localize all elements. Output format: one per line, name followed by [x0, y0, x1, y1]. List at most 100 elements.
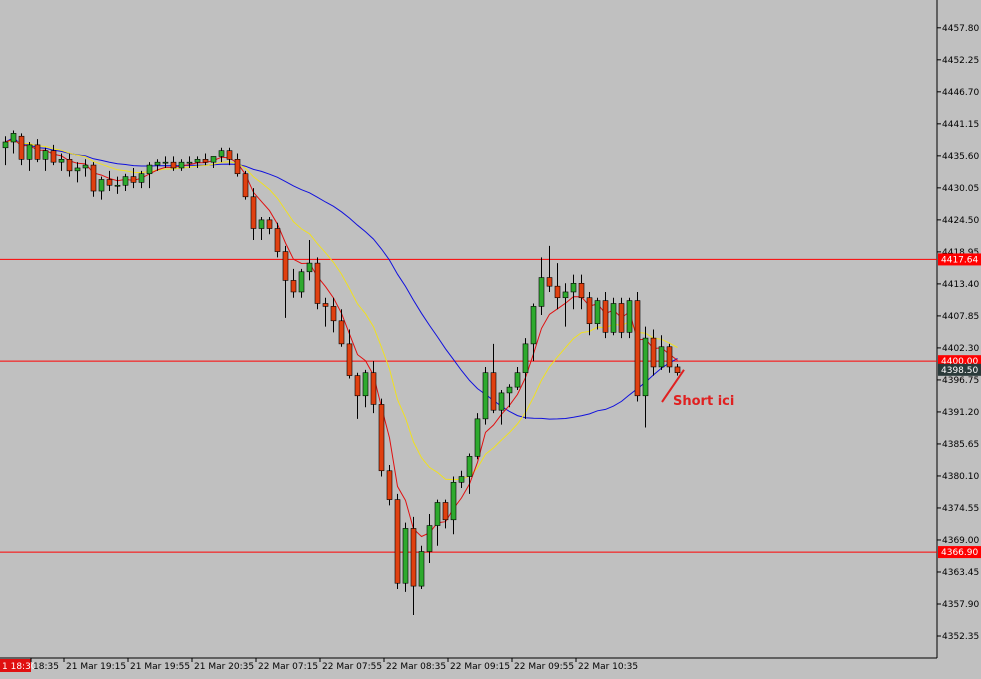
price-tick-label: 4385.65: [942, 440, 979, 450]
candle-body: [154, 161, 161, 166]
price-tick-label: 4413.40: [942, 280, 979, 290]
candle-body: [114, 184, 121, 187]
candle-body: [50, 150, 57, 163]
candle-body: [274, 228, 281, 252]
candle-body: [66, 159, 73, 172]
candle-body: [618, 303, 625, 333]
price-tick-label: 4391.20: [942, 408, 979, 418]
candle-body: [82, 164, 89, 169]
candle-body: [594, 300, 601, 324]
time-tick-label: 22 Mar 07:15: [258, 662, 318, 672]
candle-body: [178, 161, 185, 169]
candle-body: [58, 159, 65, 163]
level-price-label: 4366.90: [941, 548, 978, 558]
candle-body: [306, 262, 313, 273]
candle-body: [562, 291, 569, 299]
candle-body: [442, 502, 449, 521]
candle-body: [642, 337, 649, 397]
candle-body: [186, 161, 193, 164]
candle-body: [2, 141, 9, 149]
candle-body: [578, 283, 585, 299]
candle-body: [490, 372, 497, 411]
time-tick-label: 22 Mar 09:55: [514, 662, 574, 672]
time-tick-label: 1 18:30: [2, 662, 37, 672]
candle-body: [234, 159, 241, 175]
candle-body: [170, 161, 177, 169]
price-tick-label: 4369.00: [942, 536, 979, 546]
candle-body: [202, 159, 209, 163]
price-tick-label: 4457.80: [942, 24, 979, 34]
price-tick-label: 4435.60: [942, 152, 979, 162]
ma-slow-line: [5, 137, 678, 420]
candle-body: [394, 499, 401, 584]
candle-body: [298, 271, 305, 293]
price-tick-label: 4380.10: [942, 472, 979, 482]
candle-body: [330, 306, 337, 322]
candle-body: [362, 372, 369, 397]
candle-body: [378, 404, 385, 472]
candle-body: [210, 156, 217, 163]
candle-body: [434, 502, 441, 526]
price-tick-label: 4424.50: [942, 216, 979, 226]
candle-body: [482, 372, 489, 420]
candle-body: [282, 251, 289, 281]
candle-body: [538, 277, 545, 307]
time-tick-label: 21 Mar 19:15: [66, 662, 126, 672]
candle-body: [450, 481, 457, 521]
candle-body: [634, 300, 641, 397]
candle-body: [266, 219, 273, 229]
candle-body: [122, 176, 129, 186]
time-tick-label: 21 Mar 19:55: [130, 662, 190, 672]
annotation-text: Short ici: [673, 394, 734, 409]
candle-body: [98, 179, 105, 192]
candle-body: [258, 219, 265, 229]
price-tick-label: 4352.35: [942, 632, 979, 642]
candle-body: [242, 173, 249, 198]
candle-body: [322, 303, 329, 307]
price-tick-label: 4446.70: [942, 88, 979, 98]
candle-body: [514, 372, 521, 388]
candle-body: [130, 176, 137, 183]
candle-body: [10, 133, 17, 143]
candle-body: [554, 285, 561, 299]
price-tick-label: 4357.90: [942, 600, 979, 610]
candle-body: [658, 346, 665, 368]
candle-body: [226, 150, 233, 160]
candle-body: [522, 343, 529, 374]
time-tick-label: 22 Mar 08:35: [386, 662, 446, 672]
candle-body: [218, 150, 225, 157]
time-tick-label: 22 Mar 09:15: [450, 662, 510, 672]
level-price-label: 4417.64: [941, 255, 978, 265]
price-tick-label: 4430.05: [942, 184, 979, 194]
candle-body: [354, 375, 361, 397]
candle-body: [106, 179, 113, 186]
candle-body: [194, 159, 201, 163]
price-tick-label: 4396.75: [942, 376, 979, 386]
candle-body: [338, 320, 345, 345]
candle-body: [506, 386, 513, 394]
candle-body: [674, 366, 681, 374]
candle-body: [74, 167, 81, 172]
chart-area[interactable]: 4457.80 4452.25 4446.70 4441.15 4435.60 4430.…: [0, 0, 981, 679]
candle-body: [410, 528, 417, 587]
candle-body: [146, 164, 153, 175]
candle-body: [650, 337, 657, 368]
candle-body: [386, 470, 393, 500]
price-tick-label: 4374.55: [942, 504, 979, 514]
time-tick-label: 22 Mar 10:35: [578, 662, 638, 672]
candle-body: [418, 551, 425, 587]
price-tick-label: 4407.85: [942, 312, 979, 322]
price-chart[interactable]: 4457.80 4452.25 4446.70 4441.15 4435.60 4430.…: [0, 0, 981, 679]
candle-body: [290, 280, 297, 293]
price-tick-label: 4441.15: [942, 120, 979, 130]
time-tick-label: 18:35: [33, 662, 59, 672]
candle-body: [250, 196, 257, 229]
candle-body: [138, 173, 145, 183]
candle-body: [530, 306, 537, 345]
candle-body: [466, 456, 473, 477]
candle-body: [314, 262, 321, 304]
candle-body: [402, 528, 409, 584]
time-tick-label: 21 Mar 20:35: [194, 662, 254, 672]
candle-body: [90, 164, 97, 192]
time-tick-label: 22 Mar 07:55: [322, 662, 382, 672]
